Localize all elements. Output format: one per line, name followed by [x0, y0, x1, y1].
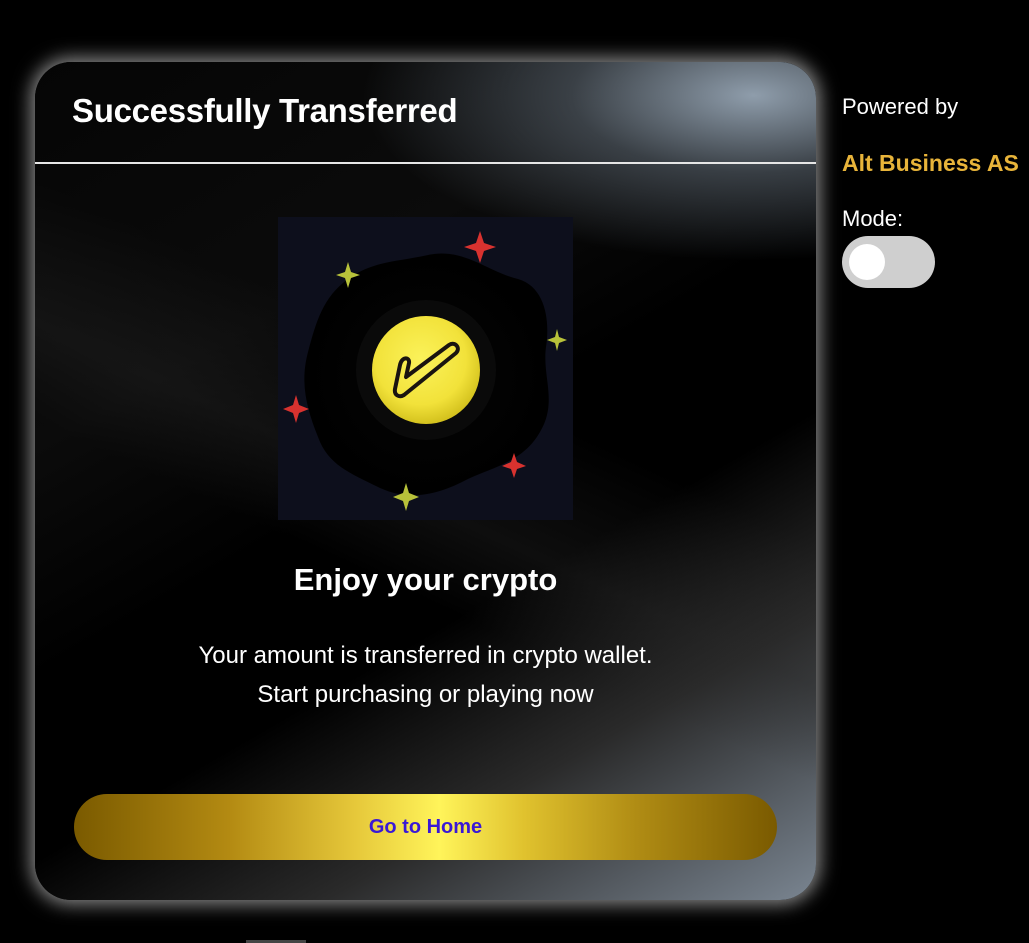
success-illustration	[278, 217, 573, 520]
success-heading: Enjoy your crypto	[293, 562, 558, 597]
card-title: Successfully Transferred	[72, 92, 458, 129]
toggle-knob	[849, 244, 885, 280]
mode-toggle[interactable]	[842, 236, 935, 288]
transfer-success-card: Successfully Transferred Enjoy your cryp…	[35, 62, 816, 900]
powered-by-label: Powered by	[842, 94, 959, 119]
side-panel: Powered by Alt Business AS Mode:	[842, 94, 1022, 288]
mode-label: Mode:	[842, 206, 904, 231]
check-coin-icon	[283, 231, 567, 511]
company-link[interactable]: Alt Business AS	[842, 150, 1022, 180]
description-line-2: Start purchasing or playing now	[257, 681, 594, 708]
description-line-1: Your amount is transferred in crypto wal…	[198, 642, 653, 669]
card-header: Successfully Transferred	[35, 62, 816, 164]
success-description: Your amount is transferred in crypto wal…	[35, 636, 816, 714]
go-to-home-button[interactable]: Go to Home	[74, 794, 777, 860]
